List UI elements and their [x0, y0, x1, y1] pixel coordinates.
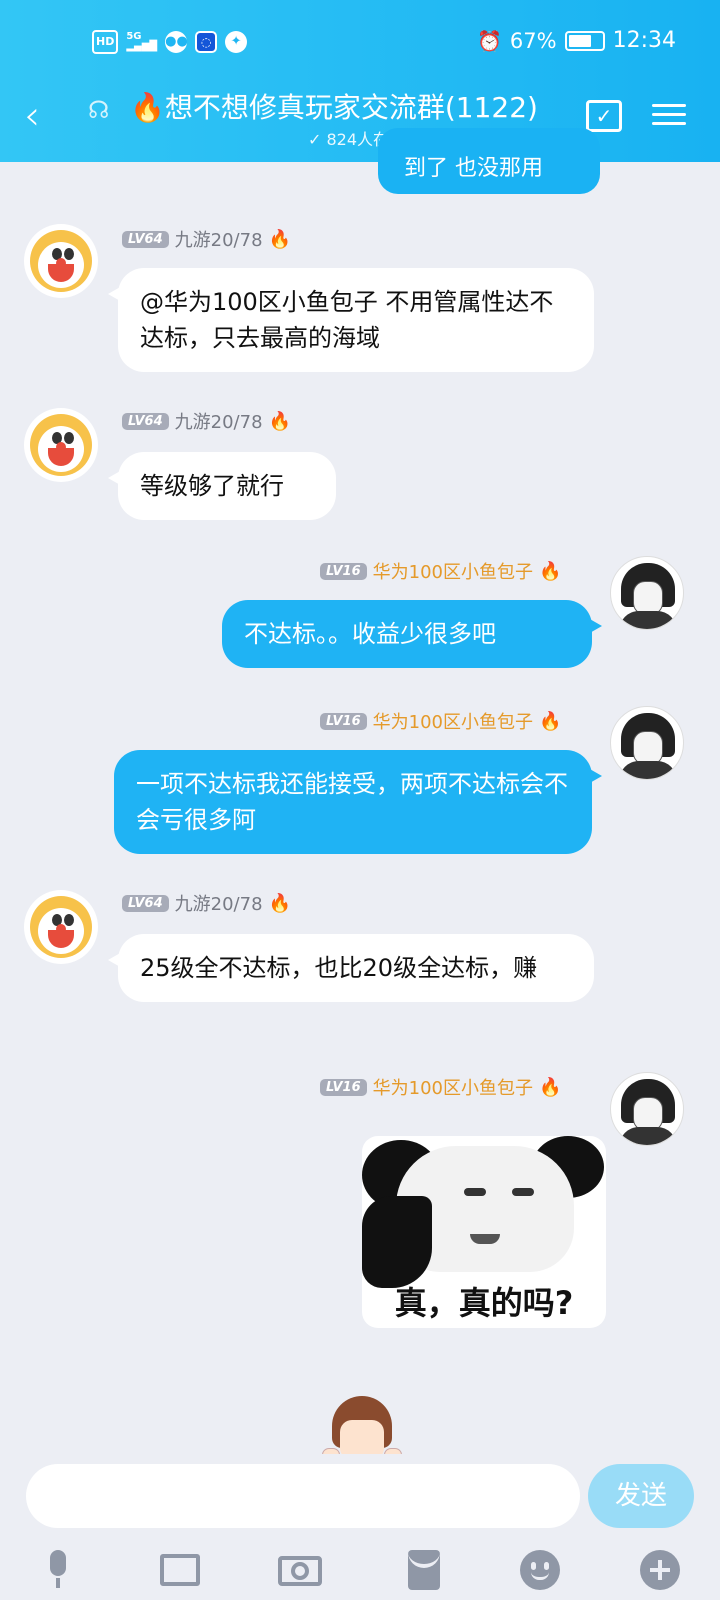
message-bubble[interactable]: 不达标。。收益少很多吧: [222, 600, 602, 668]
earpiece-mode-icon[interactable]: ☊: [88, 96, 109, 124]
flame-icon: 🔥: [268, 892, 291, 914]
sender-meta: LV16 华为100区小鱼包子 🔥: [320, 1072, 561, 1102]
message-input[interactable]: [26, 1464, 580, 1528]
message-bubble[interactable]: @华为100区小鱼包子 不用管属性达不达标，只去最高的海域: [108, 268, 594, 372]
flame-icon: 🔥: [268, 228, 291, 250]
chat-header: HD 5G ▂▄▆█ ●● ◌ ✦ ⏰ 67% 12:34 ‹ ☊ 🔥想不想修真玩…: [0, 0, 720, 162]
wechat-icon: ●●: [165, 31, 188, 53]
sender-meta: LV16 华为100区小鱼包子 🔥: [320, 706, 561, 736]
battery-icon: [564, 30, 605, 51]
flame-icon: 🔥: [539, 560, 562, 582]
flame-icon: 🔥: [268, 410, 291, 432]
avatar[interactable]: [24, 408, 98, 482]
5g-signal-icon: 5G ▂▄▆█: [126, 31, 158, 52]
alarm-icon: ⏰: [477, 28, 502, 53]
sticker-message[interactable]: 真，真的吗?: [362, 1136, 606, 1328]
toolbar: [0, 1546, 720, 1600]
sender-name[interactable]: 华为100区小鱼包子: [373, 558, 533, 584]
plus-icon[interactable]: [636, 1546, 684, 1594]
avatar[interactable]: [24, 890, 98, 964]
sender-name[interactable]: 九游20/78: [175, 226, 263, 252]
camera-icon[interactable]: [276, 1546, 324, 1594]
avatar[interactable]: [24, 224, 98, 298]
level-badge: LV16: [320, 712, 367, 730]
message-bubble[interactable]: 一项不达标我还能接受，两项不达标会不会亏很多阿: [114, 750, 602, 854]
emoji-icon[interactable]: [516, 1546, 564, 1594]
sender-name[interactable]: 九游20/78: [175, 408, 263, 434]
sender-meta: LV64 九游20/78 🔥: [122, 224, 291, 254]
sender-name[interactable]: 九游20/78: [175, 890, 263, 916]
input-bar: 发送: [0, 1454, 720, 1600]
sticker-caption: 真，真的吗?: [394, 1284, 574, 1322]
red-packet-icon[interactable]: [400, 1546, 448, 1594]
level-badge: LV64: [122, 894, 169, 912]
sender-name[interactable]: 华为100区小鱼包子: [373, 1074, 533, 1100]
avatar[interactable]: [610, 556, 684, 630]
app-icon: ◌: [195, 31, 218, 53]
hd-icon: HD: [92, 30, 119, 54]
send-button[interactable]: 发送: [588, 1464, 694, 1528]
avatar[interactable]: [610, 1072, 684, 1146]
level-badge: LV64: [122, 412, 169, 430]
image-icon[interactable]: [156, 1546, 204, 1594]
back-button[interactable]: ‹: [24, 96, 40, 136]
check-circle-icon: ✓: [308, 130, 322, 149]
clock: 12:34: [612, 28, 676, 53]
level-badge: LV16: [320, 1078, 367, 1096]
sender-name[interactable]: 华为100区小鱼包子: [373, 708, 533, 734]
battery-percent: 67%: [509, 28, 557, 53]
message-bubble[interactable]: 25级全不达标，也比20级全达标，赚: [108, 934, 594, 1002]
group-title[interactable]: 🔥想不想修真玩家交流群(1122): [130, 86, 538, 126]
sender-meta: LV16 华为100区小鱼包子 🔥: [320, 556, 561, 586]
level-badge: LV16: [320, 562, 367, 580]
message-bubble[interactable]: 等级够了就行: [108, 452, 336, 520]
status-bar: HD 5G ▂▄▆█ ●● ◌ ✦ ⏰ 67% 12:34: [0, 28, 720, 64]
microphone-icon[interactable]: [34, 1546, 82, 1594]
app-icon-2: ✦: [225, 31, 248, 53]
sender-meta: LV64 九游20/78 🔥: [122, 406, 291, 436]
flame-icon: 🔥: [539, 1076, 562, 1098]
flame-icon: 🔥: [539, 710, 562, 732]
message-bubble-partial[interactable]: 到了 也没那用: [378, 128, 600, 194]
menu-icon[interactable]: [652, 98, 686, 131]
calendar-check-icon[interactable]: ✓: [586, 100, 622, 132]
sender-meta: LV64 九游20/78 🔥: [122, 888, 291, 918]
avatar[interactable]: [610, 706, 684, 780]
level-badge: LV64: [122, 230, 169, 248]
